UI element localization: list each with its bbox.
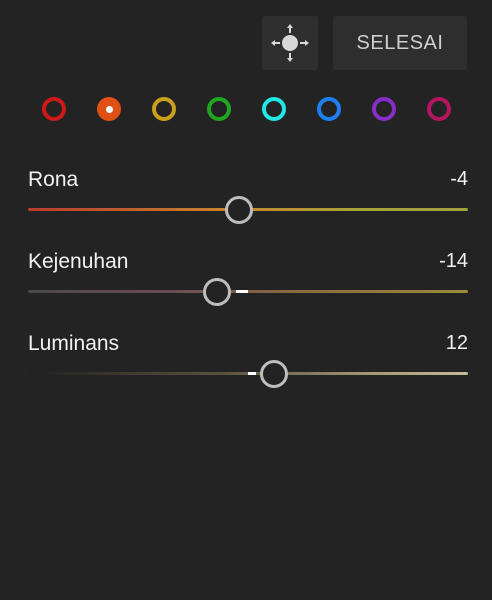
luminance-label: Luminans xyxy=(28,332,120,355)
swatch-yellow[interactable] xyxy=(152,97,176,121)
luminance-center-mark xyxy=(248,372,256,375)
swatch-purple[interactable] xyxy=(372,97,396,121)
hue-slider-thumb[interactable] xyxy=(225,196,254,224)
hue-slider-row: Rona -4 xyxy=(28,168,468,228)
swatch-red[interactable] xyxy=(42,97,66,121)
hue-label: Rona xyxy=(28,168,79,191)
swatch-green[interactable] xyxy=(207,97,231,121)
saturation-slider-row: Kejenuhan -14 xyxy=(28,250,468,310)
saturation-slider-thumb[interactable] xyxy=(203,278,232,306)
saturation-label: Kejenuhan xyxy=(28,250,129,273)
luminance-slider-row: Luminans 12 xyxy=(28,332,468,392)
toolbar: SELESAI xyxy=(0,16,492,72)
swatch-blue[interactable] xyxy=(317,97,341,121)
done-button[interactable]: SELESAI xyxy=(333,16,467,70)
targeted-adjustment-button[interactable] xyxy=(262,16,318,70)
swatch-magenta[interactable] xyxy=(427,97,451,121)
hue-value: -4 xyxy=(450,168,468,190)
selected-dot-icon xyxy=(105,105,113,113)
saturation-value: -14 xyxy=(439,250,468,272)
luminance-value: 12 xyxy=(445,332,468,354)
swatch-aqua[interactable] xyxy=(262,97,286,121)
saturation-slider-track[interactable] xyxy=(28,290,468,293)
color-swatch-row xyxy=(0,97,492,129)
saturation-center-mark xyxy=(236,290,248,293)
targeted-adjustment-icon xyxy=(271,24,309,62)
swatch-orange[interactable] xyxy=(97,97,121,121)
luminance-slider-thumb[interactable] xyxy=(260,360,289,388)
